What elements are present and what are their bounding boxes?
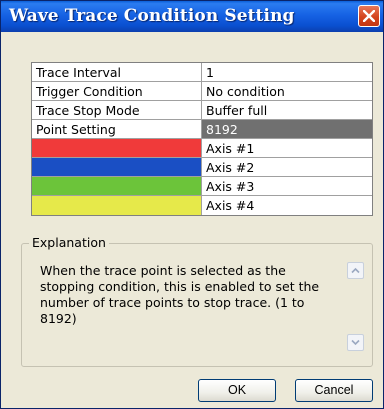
trace-interval-value[interactable]: 1 — [202, 63, 372, 81]
cancel-button[interactable]: Cancel — [295, 379, 373, 402]
chevron-down-icon — [351, 339, 360, 346]
row-trigger-condition[interactable]: Trigger Condition No condition — [32, 82, 372, 101]
ok-button[interactable]: OK — [198, 379, 276, 402]
axis-4-label[interactable]: Axis #4 — [202, 196, 372, 215]
axis-3-label[interactable]: Axis #3 — [202, 177, 372, 195]
row-trace-stop-mode[interactable]: Trace Stop Mode Buffer full — [32, 101, 372, 120]
axis-1-color-swatch[interactable] — [32, 139, 202, 157]
row-axis-4[interactable]: Axis #4 — [32, 196, 372, 215]
point-setting-label: Point Setting — [32, 120, 202, 138]
trace-stop-mode-label: Trace Stop Mode — [32, 101, 202, 119]
scroll-up-button[interactable] — [347, 262, 364, 279]
row-point-setting[interactable]: Point Setting 8192 — [32, 120, 372, 139]
axis-1-label[interactable]: Axis #1 — [202, 139, 372, 157]
row-axis-1[interactable]: Axis #1 — [32, 139, 372, 158]
explanation-caption: Explanation — [29, 235, 109, 250]
close-button[interactable] — [358, 5, 380, 27]
trace-interval-label: Trace Interval — [32, 63, 202, 81]
explanation-text: When the trace point is selected as the … — [40, 263, 320, 326]
axis-4-color-swatch[interactable] — [32, 196, 202, 215]
row-axis-2[interactable]: Axis #2 — [32, 158, 372, 177]
axis-2-label[interactable]: Axis #2 — [202, 158, 372, 176]
chevron-up-icon — [351, 267, 360, 274]
row-trace-interval[interactable]: Trace Interval 1 — [32, 63, 372, 82]
trigger-condition-value[interactable]: No condition — [202, 82, 372, 100]
window-title: Wave Trace Condition Setting — [9, 6, 295, 26]
trace-stop-mode-value[interactable]: Buffer full — [202, 101, 372, 119]
point-setting-value[interactable]: 8192 — [202, 120, 372, 138]
trigger-condition-label: Trigger Condition — [32, 82, 202, 100]
row-axis-3[interactable]: Axis #3 — [32, 177, 372, 196]
scroll-down-button[interactable] — [347, 334, 364, 351]
title-bar[interactable]: Wave Trace Condition Setting — [1, 1, 383, 32]
dialog-window: Wave Trace Condition Setting Trace Inter… — [0, 0, 384, 409]
axis-3-color-swatch[interactable] — [32, 177, 202, 195]
close-icon — [363, 10, 375, 22]
axis-2-color-swatch[interactable] — [32, 158, 202, 176]
settings-table: Trace Interval 1 Trigger Condition No co… — [31, 62, 373, 216]
